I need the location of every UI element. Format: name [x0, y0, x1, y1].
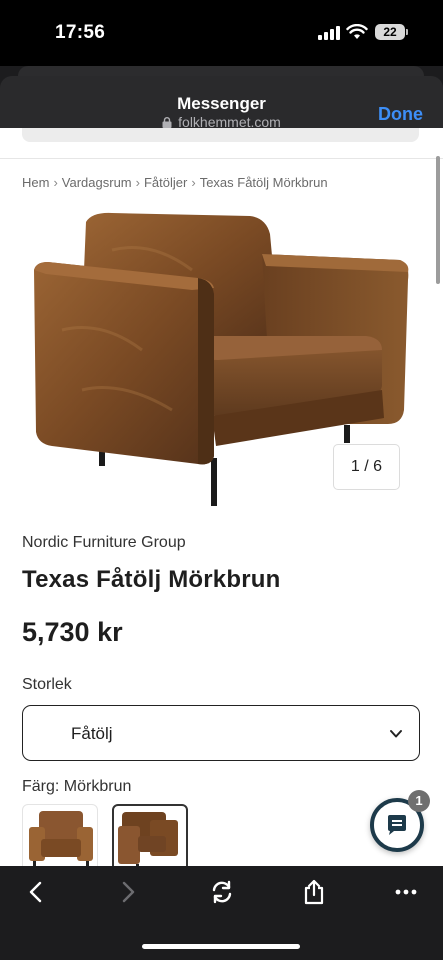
lock-icon	[162, 117, 172, 128]
back-icon[interactable]	[22, 878, 50, 906]
battery-icon: 22	[375, 24, 408, 40]
scroll-indicator[interactable]	[436, 156, 440, 284]
chat-bubble-icon	[388, 815, 406, 835]
web-page: Hem › Vardagsrum › Fåtöljer › Texas Fåtölj Mör…	[0, 128, 443, 866]
product-brand[interactable]: Nordic Furniture Group	[22, 534, 186, 552]
product-title: Texas Fåtölj Mörkbrun	[22, 566, 281, 593]
product-price: 5,730 kr	[22, 617, 123, 647]
breadcrumb-item[interactable]: Fåtöljer	[144, 175, 187, 190]
signal-icon	[318, 26, 340, 40]
color-swatch-selected[interactable]	[112, 804, 188, 866]
breadcrumb: Hem › Vardagsrum › Fåtöljer › Texas Fåtölj Mör…	[22, 175, 328, 190]
status-time: 17:56	[55, 22, 106, 43]
image-counter: 1 / 6	[333, 444, 400, 490]
breadcrumb-item[interactable]: Vardagsrum	[62, 175, 132, 190]
status-bar: 17:56 22	[0, 0, 443, 66]
browser-toolbar	[0, 866, 443, 960]
wifi-icon	[346, 24, 368, 39]
done-button[interactable]: Done	[378, 104, 423, 125]
more-icon[interactable]	[392, 878, 420, 906]
size-select[interactable]: Fåtölj	[22, 705, 420, 761]
webview-title: Messenger	[177, 94, 266, 113]
breadcrumb-current[interactable]: Texas Fåtölj Mörkbrun	[200, 175, 328, 190]
home-indicator[interactable]	[142, 944, 300, 949]
chat-badge: 1	[408, 790, 430, 812]
color-swatch[interactable]	[22, 804, 98, 866]
size-select-value: Fåtölj	[71, 724, 113, 743]
color-label: Färg: Mörkbrun	[22, 778, 132, 795]
reload-icon[interactable]	[208, 878, 236, 906]
chevron-down-icon	[390, 730, 402, 738]
swatch-armchair-image	[118, 812, 178, 866]
size-label: Storlek	[22, 676, 72, 693]
swatch-armchair-image	[29, 811, 93, 866]
forward-icon[interactable]	[114, 878, 142, 906]
breadcrumb-item[interactable]: Hem	[22, 175, 49, 190]
share-icon[interactable]	[300, 878, 328, 906]
